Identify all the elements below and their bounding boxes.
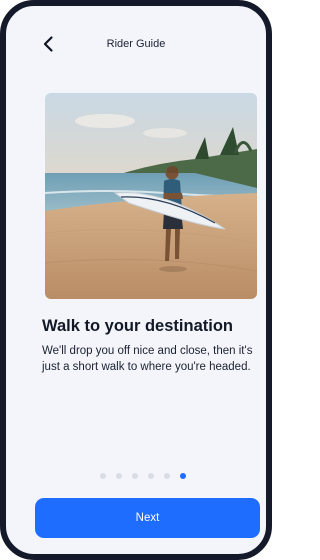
page-dot-4[interactable] (148, 473, 154, 479)
page-title: Rider Guide (106, 38, 166, 50)
page-dot-1[interactable] (100, 473, 106, 479)
page-indicator (6, 473, 266, 479)
onboarding-description: We'll drop you off nice and close, then … (42, 345, 253, 373)
next-button[interactable]: Next (35, 498, 260, 538)
page-dot-6-active[interactable] (180, 473, 186, 479)
page-dot-3[interactable] (132, 473, 138, 479)
back-button[interactable] (38, 33, 60, 55)
page-dot-2[interactable] (116, 473, 122, 479)
onboarding-heading: Walk to your destination (42, 317, 233, 335)
phone-frame: Rider Guide Walk to your destination We'… (0, 0, 272, 560)
beach-surfer-illustration (45, 93, 257, 299)
chevron-left-icon (43, 36, 53, 52)
hero-image (45, 93, 257, 299)
top-bar: Rider Guide (6, 24, 266, 64)
page-dot-5[interactable] (164, 473, 170, 479)
status-bar (6, 6, 266, 24)
